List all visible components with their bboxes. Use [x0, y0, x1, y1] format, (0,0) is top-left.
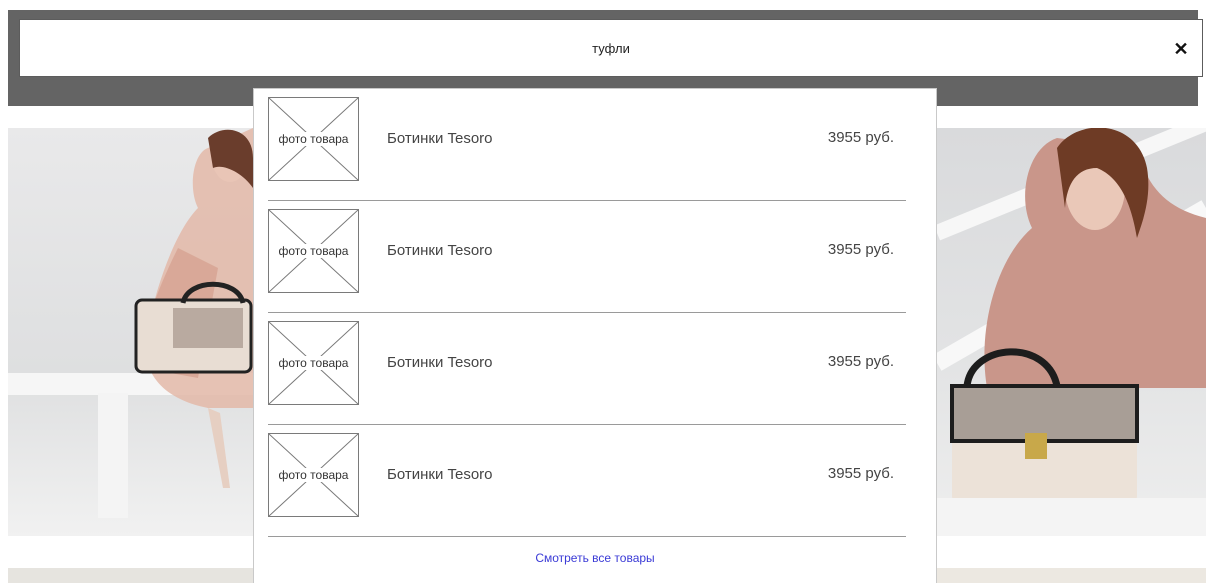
product-name[interactable]: Ботинки Tesoro	[387, 242, 493, 259]
result-item[interactable]: фото товара Ботинки Tesoro 3955 руб.	[268, 425, 906, 537]
product-thumbnail-placeholder: фото товара	[268, 433, 359, 517]
banner-strip-left	[8, 568, 253, 583]
see-all-products-link[interactable]: Смотреть все товары	[254, 551, 936, 565]
close-icon: ✕	[1173, 38, 1189, 59]
product-price: 3955 руб.	[827, 465, 894, 482]
close-search-button[interactable]: ✕	[1170, 38, 1192, 60]
search-input[interactable]: туфли ✕	[19, 19, 1203, 77]
product-name[interactable]: Ботинки Tesoro	[387, 466, 493, 483]
product-name[interactable]: Ботинки Tesoro	[387, 354, 493, 371]
thumbnail-label: фото товара	[277, 244, 350, 258]
result-item[interactable]: фото товара Ботинки Tesoro 3955 руб.	[268, 201, 906, 313]
thumbnail-label: фото товара	[277, 356, 350, 370]
product-price: 3955 руб.	[827, 241, 894, 258]
result-item[interactable]: фото товара Ботинки Tesoro 3955 руб.	[268, 313, 906, 425]
product-price: 3955 руб.	[827, 353, 894, 370]
product-thumbnail-placeholder: фото товара	[268, 97, 359, 181]
result-item[interactable]: фото товара Ботинки Tesoro 3955 руб.	[268, 89, 906, 201]
thumbnail-label: фото товара	[277, 132, 350, 146]
product-thumbnail-placeholder: фото товара	[268, 209, 359, 293]
search-results-dropdown: фото товара Ботинки Tesoro 3955 руб. фот…	[253, 88, 937, 583]
banner-strip-right	[937, 568, 1206, 583]
page: туфли ✕ фото товара Ботинки Tesoro 3955 …	[0, 0, 1206, 583]
banner-photo-left	[8, 128, 253, 536]
search-query[interactable]: туфли	[20, 20, 1202, 78]
product-thumbnail-placeholder: фото товара	[268, 321, 359, 405]
product-price: 3955 руб.	[827, 129, 894, 146]
product-name[interactable]: Ботинки Tesoro	[387, 130, 493, 147]
thumbnail-label: фото товара	[277, 468, 350, 482]
banner-photo-right	[937, 128, 1206, 536]
